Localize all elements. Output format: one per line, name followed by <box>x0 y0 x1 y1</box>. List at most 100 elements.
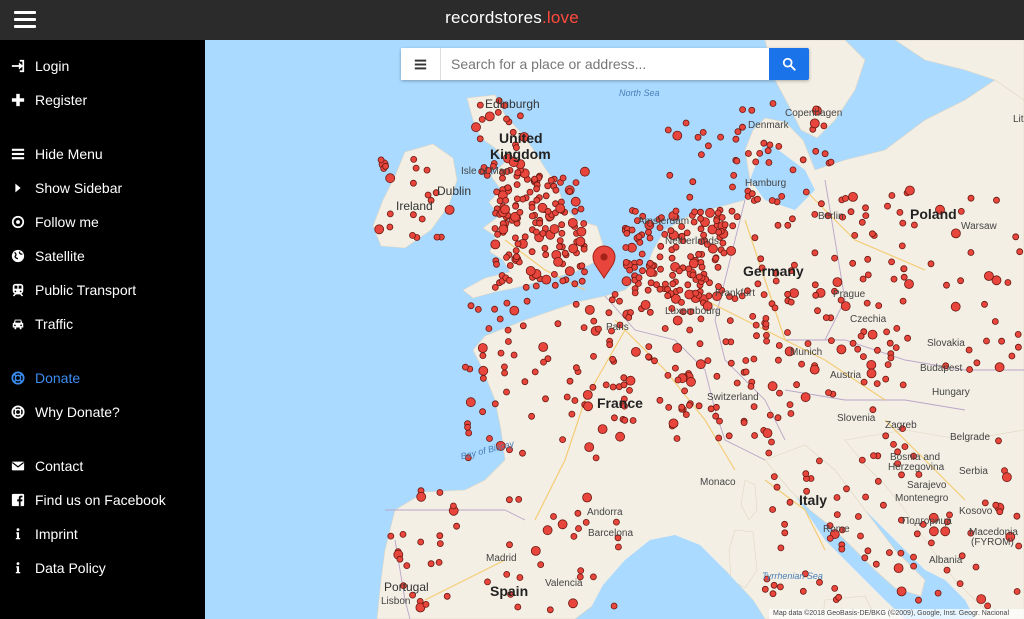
record-store-marker[interactable] <box>541 244 549 252</box>
record-store-marker[interactable] <box>751 234 759 242</box>
record-store-marker[interactable] <box>424 191 432 199</box>
record-store-marker[interactable] <box>752 158 760 166</box>
record-store-marker[interactable] <box>883 328 890 336</box>
record-store-marker[interactable] <box>590 317 598 325</box>
record-store-marker[interactable] <box>766 141 774 149</box>
record-store-marker[interactable] <box>559 436 567 444</box>
record-store-marker[interactable] <box>697 225 705 233</box>
record-store-marker[interactable] <box>769 590 777 598</box>
record-store-marker[interactable] <box>465 429 473 437</box>
record-store-marker[interactable] <box>570 196 581 207</box>
record-store-marker[interactable] <box>464 423 472 431</box>
record-store-marker[interactable] <box>631 207 639 215</box>
record-store-marker[interactable] <box>858 456 866 464</box>
record-store-marker[interactable] <box>417 538 425 546</box>
record-store-marker[interactable] <box>811 210 819 218</box>
record-store-marker[interactable] <box>651 357 658 365</box>
record-store-marker[interactable] <box>479 374 487 382</box>
record-store-marker[interactable] <box>612 518 620 526</box>
record-store-marker[interactable] <box>606 341 614 349</box>
record-store-marker[interactable] <box>645 228 652 236</box>
sidebar-item-imprint[interactable]: Imprint <box>0 517 205 551</box>
record-store-marker[interactable] <box>1008 352 1016 360</box>
record-store-marker[interactable] <box>973 359 981 367</box>
record-store-marker[interactable] <box>571 397 579 404</box>
record-store-marker[interactable] <box>884 202 891 210</box>
sidebar-item-public-transport[interactable]: Public Transport <box>0 273 205 307</box>
record-store-marker[interactable] <box>726 317 734 325</box>
record-store-marker[interactable] <box>682 411 690 419</box>
record-store-marker[interactable] <box>636 258 644 266</box>
record-store-marker[interactable] <box>764 147 772 155</box>
record-store-marker[interactable] <box>893 563 904 573</box>
record-store-marker[interactable] <box>665 403 673 411</box>
record-store-marker[interactable] <box>721 221 729 229</box>
record-store-marker[interactable] <box>882 432 890 440</box>
record-store-marker[interactable] <box>728 207 736 215</box>
record-store-marker[interactable] <box>577 205 585 213</box>
record-store-marker[interactable] <box>449 502 457 510</box>
record-store-marker[interactable] <box>720 249 728 257</box>
record-store-marker[interactable] <box>972 563 980 571</box>
record-store-marker[interactable] <box>715 434 723 442</box>
record-store-marker[interactable] <box>490 239 501 250</box>
record-store-marker[interactable] <box>900 273 908 281</box>
record-store-marker[interactable] <box>886 339 894 347</box>
record-store-marker[interactable] <box>578 262 586 270</box>
record-store-marker[interactable] <box>956 580 964 587</box>
record-store-marker[interactable] <box>566 377 574 385</box>
record-store-marker[interactable] <box>897 549 905 557</box>
record-store-marker[interactable] <box>684 281 692 289</box>
record-store-marker[interactable] <box>904 279 914 289</box>
record-store-marker[interactable] <box>542 192 550 200</box>
record-store-marker[interactable] <box>826 534 834 542</box>
record-store-marker[interactable] <box>513 181 521 189</box>
record-store-marker[interactable] <box>465 397 476 408</box>
record-store-marker[interactable] <box>461 363 469 371</box>
record-store-marker[interactable] <box>580 220 588 227</box>
record-store-marker[interactable] <box>685 265 693 273</box>
record-store-marker[interactable] <box>862 493 869 501</box>
record-store-marker[interactable] <box>476 101 484 109</box>
record-store-marker[interactable] <box>409 231 416 239</box>
record-store-marker[interactable] <box>574 509 582 517</box>
record-store-marker[interactable] <box>635 233 643 241</box>
record-store-marker[interactable] <box>748 190 756 198</box>
record-store-marker[interactable] <box>505 496 513 504</box>
record-store-marker[interactable] <box>552 186 560 194</box>
record-store-marker[interactable] <box>503 299 511 307</box>
record-store-marker[interactable] <box>544 182 552 190</box>
record-store-marker[interactable] <box>590 352 597 360</box>
sidebar-item-data-policy[interactable]: Data Policy <box>0 551 205 585</box>
record-store-marker[interactable] <box>536 219 544 227</box>
record-store-marker[interactable] <box>860 353 867 361</box>
record-store-marker[interactable] <box>854 345 862 353</box>
record-store-marker[interactable] <box>899 381 907 389</box>
record-store-marker[interactable] <box>966 366 973 373</box>
record-store-marker[interactable] <box>622 244 630 251</box>
record-store-marker[interactable] <box>713 372 721 380</box>
record-store-marker[interactable] <box>848 191 858 202</box>
record-store-marker[interactable] <box>751 432 758 439</box>
record-store-marker[interactable] <box>583 401 594 412</box>
record-store-marker[interactable] <box>477 343 488 353</box>
record-store-marker[interactable] <box>880 501 887 509</box>
record-store-marker[interactable] <box>374 224 385 235</box>
record-store-marker[interactable] <box>821 150 829 158</box>
record-store-marker[interactable] <box>765 449 773 457</box>
record-store-marker[interactable] <box>667 227 675 235</box>
record-store-marker[interactable] <box>890 275 898 283</box>
record-store-marker[interactable] <box>493 188 501 196</box>
record-store-marker[interactable] <box>474 305 482 313</box>
record-store-marker[interactable] <box>553 256 564 267</box>
record-store-marker[interactable] <box>951 228 961 239</box>
record-store-marker[interactable] <box>804 340 812 348</box>
record-store-marker[interactable] <box>786 498 794 506</box>
record-store-marker[interactable] <box>1012 233 1020 241</box>
record-store-marker[interactable] <box>614 543 622 551</box>
sidebar-item-login[interactable]: Login <box>0 49 205 83</box>
record-store-marker[interactable] <box>433 233 441 241</box>
record-store-marker[interactable] <box>847 208 855 216</box>
record-store-marker[interactable] <box>981 300 988 308</box>
record-store-marker[interactable] <box>833 494 841 501</box>
